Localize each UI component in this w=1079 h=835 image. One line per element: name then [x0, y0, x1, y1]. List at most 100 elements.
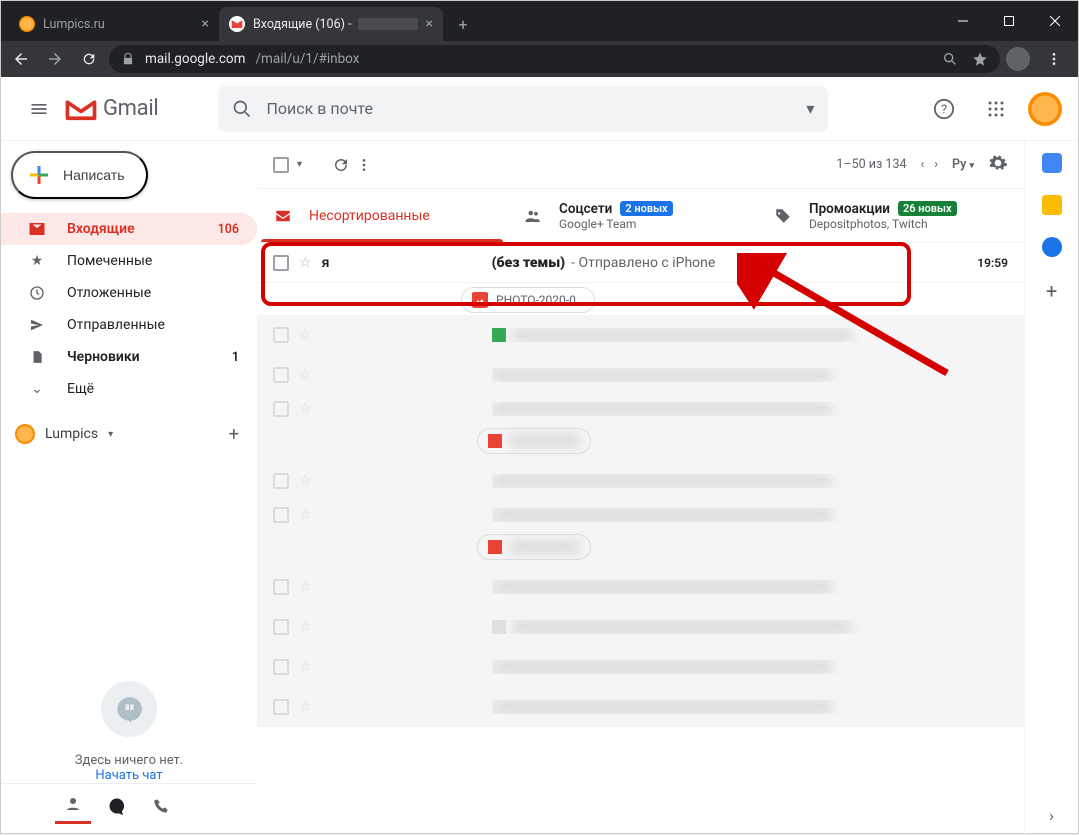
sidebar-item-sent[interactable]: Отправленные	[1, 309, 257, 341]
hangouts-tab-chats[interactable]	[99, 788, 135, 824]
tab-primary[interactable]: Несортированные	[257, 189, 507, 242]
sidebar-item-more[interactable]: ⌄ Ещё	[1, 373, 257, 405]
message-row-blurred[interactable]: ☆	[257, 607, 1024, 647]
browser-tab-gmail[interactable]: Входящие (106) - ×	[219, 7, 443, 41]
window-close-button[interactable]	[1032, 1, 1078, 41]
sidebar-item-label: Ещё	[67, 381, 94, 397]
close-tab-icon[interactable]: ×	[194, 16, 209, 32]
new-tab-button[interactable]: +	[449, 10, 477, 38]
hangouts-empty-text: Здесь ничего нет.	[1, 753, 257, 768]
draft-icon	[27, 349, 47, 365]
message-row-blurred[interactable]: ☆	[257, 647, 1024, 687]
url-actions	[942, 51, 988, 67]
tab-label: Несортированные	[309, 208, 430, 224]
apps-grid-button[interactable]	[976, 89, 1016, 129]
window-minimize-button[interactable]	[940, 1, 986, 41]
window-maximize-button[interactable]	[986, 1, 1032, 41]
tab-subtitle: Depositphotos, Twitch	[809, 217, 957, 231]
account-avatar[interactable]	[1028, 92, 1062, 126]
close-tab-icon[interactable]: ×	[418, 16, 433, 32]
more-actions-button[interactable]	[356, 145, 372, 185]
label-color-icon	[15, 424, 35, 444]
image-file-icon	[472, 292, 488, 308]
url-host: mail.google.com	[145, 51, 245, 67]
message-row-blurred[interactable]: ☆	[257, 355, 1024, 395]
sidebar-item-snoozed[interactable]: Отложенные	[1, 277, 257, 309]
sidebar-item-drafts[interactable]: Черновики 1	[1, 341, 257, 373]
star-button[interactable]: ☆	[299, 255, 312, 271]
select-all-checkbox[interactable]	[273, 157, 289, 173]
refresh-button[interactable]	[332, 145, 350, 185]
sidebar-item-label: Помеченные	[67, 253, 152, 269]
search-in-page-icon[interactable]	[942, 51, 958, 67]
people-icon	[523, 207, 543, 225]
pagination-range: 1–50 из 134	[836, 157, 906, 172]
browser-tab-lumpics[interactable]: Lumpics.ru ×	[9, 7, 219, 41]
message-sender: я	[322, 255, 482, 271]
sidebar: Написать Входящие 106 ★ Помеченные Отлож…	[1, 141, 257, 835]
hangouts-icon	[101, 681, 157, 737]
calendar-addon-icon[interactable]	[1042, 153, 1062, 173]
message-row-blurred[interactable]: ☆	[257, 687, 1024, 727]
inbox-icon	[273, 207, 293, 225]
browser-menu-button[interactable]	[1040, 45, 1068, 73]
search-options-button[interactable]: ▾	[806, 99, 814, 118]
sidebar-item-label: Черновики	[67, 349, 140, 365]
svg-text:?: ?	[941, 102, 947, 117]
message-row-blurred[interactable]: ☆	[257, 315, 1024, 355]
attachment-chip[interactable]: PHOTO-2020-0…	[461, 287, 595, 313]
message-list[interactable]: ☆ я (без темы) - Отправлено с iPhone 19:…	[257, 243, 1024, 835]
settings-button[interactable]	[988, 153, 1008, 177]
tab-social[interactable]: Соцсети2 новых Google+ Team	[507, 189, 757, 242]
page-next-button[interactable]: ›	[934, 157, 938, 172]
search-bar[interactable]: Поиск в почте ▾	[218, 86, 828, 132]
page-prev-button[interactable]: ‹	[921, 157, 925, 172]
nav-forward-button[interactable]	[41, 45, 69, 73]
sidepanel-collapse-button[interactable]: ›	[1049, 806, 1054, 825]
input-language-button[interactable]: Py ▾	[952, 157, 974, 172]
hangouts-start-chat-link[interactable]: Начать чат	[1, 768, 257, 783]
hangouts-tab-contacts[interactable]	[55, 788, 91, 824]
select-checkbox[interactable]	[273, 255, 289, 271]
tasks-addon-icon[interactable]	[1042, 237, 1062, 257]
get-addons-button[interactable]: +	[1046, 279, 1057, 303]
compose-button[interactable]: Написать	[11, 151, 148, 199]
add-label-button[interactable]: +	[229, 424, 239, 445]
sidebar-item-label: Входящие	[67, 221, 135, 237]
message-subject: (без темы) - Отправлено с iPhone	[492, 255, 948, 271]
account-label: Lumpics	[45, 426, 98, 442]
nav-reload-button[interactable]	[75, 45, 103, 73]
browser-titlebar: Lumpics.ru × Входящие (106) - × +	[1, 1, 1078, 41]
keep-addon-icon[interactable]	[1042, 195, 1062, 215]
message-row-blurred[interactable]: ☆	[257, 395, 1024, 461]
sidebar-item-starred[interactable]: ★ Помеченные	[1, 245, 257, 277]
message-row[interactable]: ☆ я (без темы) - Отправлено с iPhone 19:…	[257, 243, 1024, 315]
support-button[interactable]: ?	[924, 89, 964, 129]
hangouts-tab-calls[interactable]	[143, 788, 179, 824]
search-icon	[232, 99, 252, 119]
message-row-blurred[interactable]: ☆	[257, 567, 1024, 607]
url-field[interactable]: mail.google.com/mail/u/1/#inbox	[109, 45, 1000, 73]
gmail-header: Gmail Поиск в почте ▾ ?	[1, 77, 1078, 141]
gmail-logo-icon	[65, 97, 97, 121]
profile-avatar-icon[interactable]	[1006, 47, 1030, 71]
window-controls	[940, 1, 1078, 41]
message-row-blurred[interactable]: ☆	[257, 461, 1024, 501]
main-pane: ▾ 1–50 из 134 ‹ › Py ▾	[257, 141, 1024, 835]
bookmark-star-icon[interactable]	[972, 51, 988, 67]
category-tabs: Несортированные Соцсети2 новых Google+ T…	[257, 189, 1024, 243]
sidebar-item-inbox[interactable]: Входящие 106	[1, 213, 257, 245]
tab-promotions[interactable]: Промоакции26 новых Depositphotos, Twitch	[757, 189, 1007, 242]
tab-label: Соцсети	[559, 201, 612, 217]
sidebar-item-label: Отправленные	[67, 317, 165, 333]
gmail-logo[interactable]: Gmail	[65, 96, 158, 121]
nav-back-button[interactable]	[7, 45, 35, 73]
labels-section[interactable]: Lumpics ▾ +	[1, 417, 257, 451]
main-menu-button[interactable]	[17, 87, 61, 131]
star-icon: ★	[27, 253, 47, 269]
message-row-blurred[interactable]: ☆	[257, 501, 1024, 567]
mail-toolbar: ▾ 1–50 из 134 ‹ › Py ▾	[257, 141, 1024, 189]
browser-tabs: Lumpics.ru × Входящие (106) - × +	[1, 1, 940, 41]
select-dropdown-button[interactable]: ▾	[297, 159, 302, 170]
sidebar-item-count: 106	[218, 222, 239, 237]
